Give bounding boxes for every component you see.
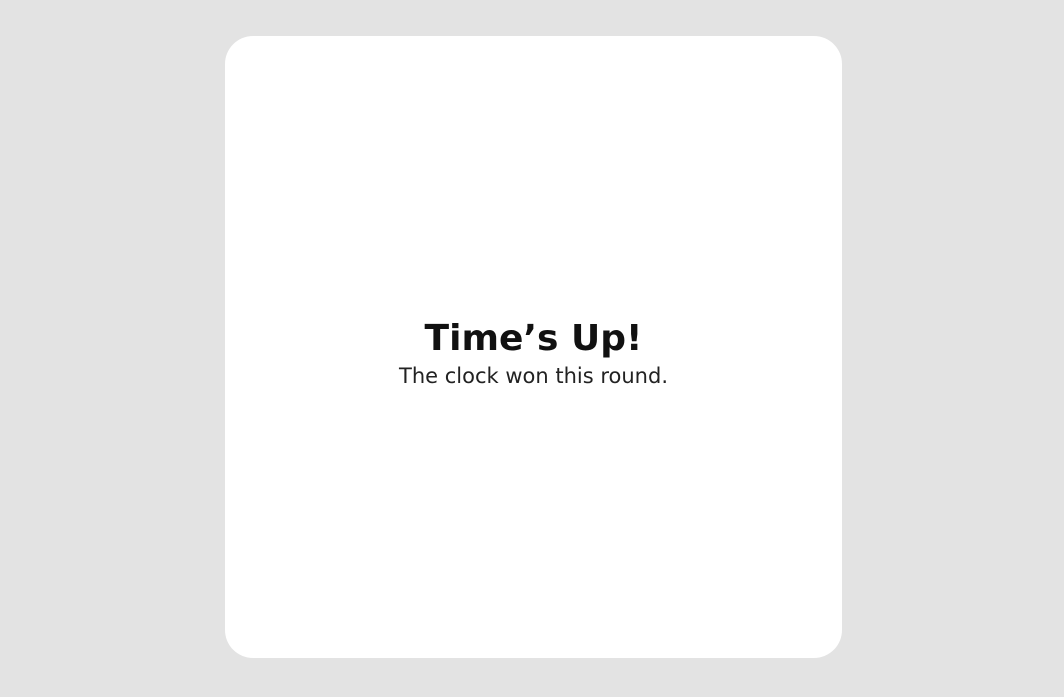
game-over-panel: Time’s Up! The clock won this round.	[225, 36, 842, 658]
game-over-subtitle: The clock won this round.	[399, 364, 668, 388]
game-over-message: Time’s Up! The clock won this round.	[399, 318, 668, 390]
game-over-title: Time’s Up!	[424, 318, 643, 359]
